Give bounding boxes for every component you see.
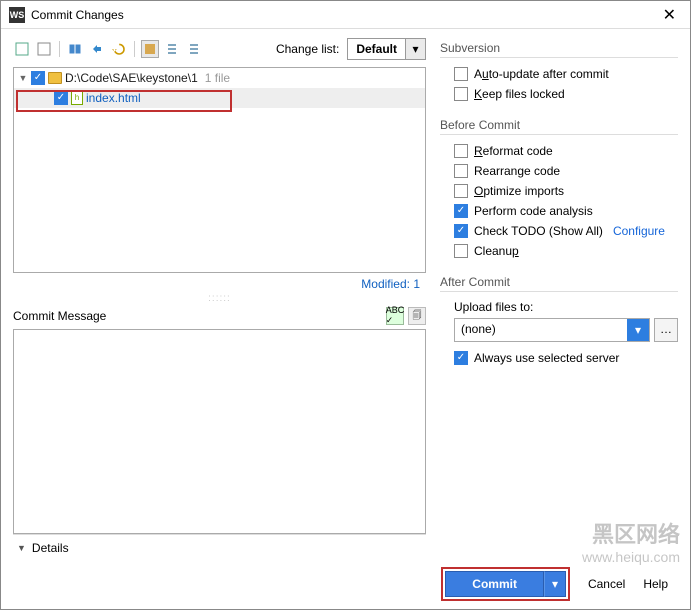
folder-icon bbox=[48, 72, 62, 84]
analysis-checkbox[interactable] bbox=[454, 204, 468, 218]
expand-arrow-icon[interactable]: ▼ bbox=[18, 73, 28, 83]
before-commit-header: Before Commit bbox=[440, 118, 678, 135]
toolbar-icon-1[interactable] bbox=[13, 40, 31, 58]
todo-option[interactable]: Check TODO (Show All) Configure bbox=[440, 221, 678, 241]
commit-button-wrap: Commit ▾ bbox=[441, 567, 570, 601]
analysis-label: Perform code analysis bbox=[474, 204, 593, 218]
highlight-box bbox=[16, 90, 232, 112]
analysis-option[interactable]: Perform code analysis bbox=[440, 201, 678, 221]
cleanup-option[interactable]: Cleanup bbox=[440, 241, 678, 261]
root-path: D:\Code\SAE\keystone\1 bbox=[65, 71, 198, 85]
cleanup-checkbox[interactable] bbox=[454, 244, 468, 258]
cancel-button[interactable]: Cancel bbox=[588, 577, 625, 591]
toolbar: Change list: Default ▾ bbox=[13, 35, 426, 63]
root-checkbox[interactable] bbox=[31, 71, 45, 85]
change-list-label: Change list: bbox=[276, 42, 339, 56]
auto-update-label: Auto-update after commit bbox=[474, 67, 609, 81]
optimize-label: Optimize imports bbox=[474, 184, 564, 198]
optimize-checkbox[interactable] bbox=[454, 184, 468, 198]
commit-message-label: Commit Message bbox=[13, 309, 386, 323]
commit-dropdown[interactable]: ▾ bbox=[544, 571, 566, 597]
change-list-value: Default bbox=[348, 39, 405, 59]
details-toggle[interactable]: ▼ Details bbox=[13, 534, 426, 559]
auto-update-checkbox[interactable] bbox=[454, 67, 468, 81]
reformat-option[interactable]: Reformat code bbox=[440, 141, 678, 161]
always-use-checkbox[interactable] bbox=[454, 351, 468, 365]
chevron-down-icon[interactable]: ▾ bbox=[405, 39, 425, 59]
spellcheck-icon[interactable]: ABC✓ bbox=[386, 307, 404, 325]
help-button[interactable]: Help bbox=[643, 577, 668, 591]
toolbar-icon-2[interactable] bbox=[35, 40, 53, 58]
details-label: Details bbox=[32, 541, 69, 555]
window-title: Commit Changes bbox=[31, 8, 657, 22]
move-icon[interactable] bbox=[88, 40, 106, 58]
optimize-option[interactable]: Optimize imports bbox=[440, 181, 678, 201]
chevron-down-icon: ▼ bbox=[17, 543, 26, 553]
change-list-combo[interactable]: Default ▾ bbox=[347, 38, 426, 60]
always-use-label: Always use selected server bbox=[474, 351, 619, 365]
rearrange-option[interactable]: Rearrange code bbox=[440, 161, 678, 181]
splitter[interactable]: :::::: bbox=[13, 293, 426, 303]
browse-button[interactable]: … bbox=[654, 318, 678, 342]
root-hint: 1 file bbox=[205, 71, 230, 85]
keep-locked-label: Keep files locked bbox=[474, 87, 565, 101]
upload-value: (none) bbox=[455, 319, 627, 341]
expand-icon[interactable] bbox=[163, 40, 181, 58]
cleanup-label: Cleanup bbox=[474, 244, 519, 258]
subversion-header: Subversion bbox=[440, 41, 678, 58]
reformat-checkbox[interactable] bbox=[454, 144, 468, 158]
commit-message-input[interactable] bbox=[13, 329, 426, 535]
commit-button[interactable]: Commit bbox=[445, 571, 544, 597]
auto-update-option[interactable]: Auto-update after commit bbox=[440, 64, 678, 84]
modified-count: Modified: 1 bbox=[13, 273, 426, 293]
close-icon[interactable]: ✕ bbox=[657, 5, 682, 25]
upload-label: Upload files to: bbox=[440, 298, 678, 318]
upload-combo[interactable]: (none) ▾ bbox=[454, 318, 650, 342]
revert-icon[interactable] bbox=[110, 40, 128, 58]
collapse-icon[interactable] bbox=[185, 40, 203, 58]
after-commit-header: After Commit bbox=[440, 275, 678, 292]
chevron-down-icon[interactable]: ▾ bbox=[627, 319, 649, 341]
keep-locked-checkbox[interactable] bbox=[454, 87, 468, 101]
configure-link[interactable]: Configure bbox=[613, 224, 665, 238]
todo-label: Check TODO (Show All) bbox=[474, 224, 603, 238]
history-icon[interactable]: 🗐 bbox=[408, 307, 426, 325]
app-icon: WS bbox=[9, 7, 25, 23]
tree-root-row[interactable]: ▼ D:\Code\SAE\keystone\1 1 file bbox=[14, 68, 425, 88]
group-by-icon[interactable] bbox=[141, 40, 159, 58]
rearrange-checkbox[interactable] bbox=[454, 164, 468, 178]
always-use-option[interactable]: Always use selected server bbox=[440, 348, 678, 368]
keep-locked-option[interactable]: Keep files locked bbox=[440, 84, 678, 104]
rearrange-label: Rearrange code bbox=[474, 164, 560, 178]
diff-icon[interactable] bbox=[66, 40, 84, 58]
todo-checkbox[interactable] bbox=[454, 224, 468, 238]
file-tree[interactable]: ▼ D:\Code\SAE\keystone\1 1 file h index.… bbox=[13, 67, 426, 273]
reformat-label: Reformat code bbox=[474, 144, 553, 158]
